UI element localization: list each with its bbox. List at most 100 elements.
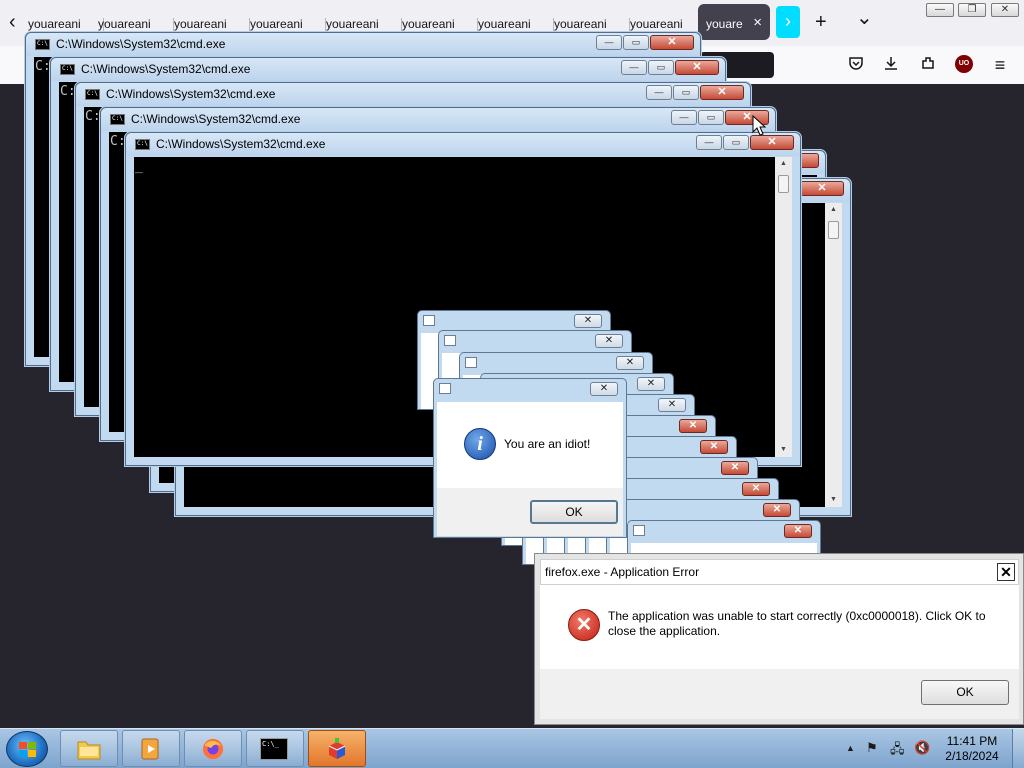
console-prompt: C:: [60, 84, 76, 99]
error-content: ✕ The application was unable to start co…: [540, 585, 1019, 669]
scroll-up-arrow[interactable]: ▲: [775, 157, 792, 171]
network-icon[interactable]: 🖧: [890, 740, 905, 762]
close-button[interactable]: ✕: [700, 85, 744, 100]
window-icon: [465, 357, 477, 368]
close-button[interactable]: ✕: [637, 377, 665, 391]
close-button[interactable]: ✕: [616, 356, 644, 370]
maximize-button[interactable]: ▭: [723, 135, 749, 150]
close-button[interactable]: ✕: [574, 314, 602, 328]
cmd-title: C:\Windows\System32\cmd.exe: [156, 137, 326, 151]
taskbar-media-player[interactable]: [122, 730, 180, 767]
close-button[interactable]: ✕: [700, 440, 728, 454]
pocket-icon[interactable]: [846, 55, 866, 75]
close-button[interactable]: ✕: [742, 482, 770, 496]
tab-scroll-left-icon[interactable]: ‹: [9, 12, 16, 32]
list-all-tabs-button[interactable]: ⌄: [856, 8, 873, 28]
close-button[interactable]: ✕: [763, 503, 791, 517]
taskbar: C:\_ ▲ ⚑ 🖧 🔇 11:41 PM 2/18/2024: [0, 728, 1024, 768]
close-button[interactable]: ✕: [721, 461, 749, 475]
button-bar: OK: [540, 669, 1019, 719]
minimize-button[interactable]: —: [621, 60, 647, 75]
taskbar-app-active[interactable]: [308, 730, 366, 767]
firefox-icon: [202, 738, 224, 760]
button-bar: OK: [437, 488, 623, 536]
new-tab-button[interactable]: +: [815, 12, 827, 32]
close-tab-icon[interactable]: ×: [753, 14, 762, 31]
window-icon: [423, 315, 435, 326]
close-button[interactable]: ✕: [679, 419, 707, 433]
browser-tab-active[interactable]: youare ×: [698, 4, 770, 40]
start-button[interactable]: [6, 731, 48, 767]
ok-button[interactable]: OK: [921, 680, 1009, 705]
dialog-titlebar[interactable]: firefox.exe - Application Error ✕: [540, 559, 1019, 585]
idiot-message-box[interactable]: ✕ i You are an idiot! OK: [433, 378, 627, 538]
system-clock[interactable]: 11:41 PM 2/18/2024: [934, 734, 1010, 764]
cmd-icon: C:\: [110, 114, 125, 125]
close-button[interactable]: ✕: [997, 563, 1015, 581]
close-button[interactable]: ✕: [658, 398, 686, 412]
close-button[interactable]: ✕: [675, 60, 719, 75]
close-button[interactable]: ✕: [595, 334, 623, 348]
info-icon: i: [464, 428, 496, 460]
cmd-title: C:\Windows\System32\cmd.exe: [106, 87, 276, 101]
restore-button[interactable]: ❐: [958, 3, 986, 17]
console-cursor: _: [135, 159, 143, 174]
minimize-button[interactable]: —: [596, 35, 622, 50]
vertical-scrollbar[interactable]: ▲ ▼: [775, 157, 792, 457]
taskbar-firefox[interactable]: [184, 730, 242, 767]
taskbar-file-explorer[interactable]: [60, 730, 118, 767]
scroll-thumb[interactable]: [778, 175, 789, 193]
scroll-up-arrow[interactable]: ▲: [825, 203, 842, 217]
message-content: i You are an idiot!: [437, 402, 623, 488]
error-message: The application was unable to start corr…: [608, 609, 986, 638]
minimize-button[interactable]: —: [671, 110, 697, 125]
vertical-scrollbar[interactable]: ▲ ▼: [825, 203, 842, 507]
cmd-title: C:\Windows\System32\cmd.exe: [81, 62, 251, 76]
application-error-dialog[interactable]: firefox.exe - Application Error ✕ ✕ The …: [534, 553, 1024, 725]
clock-time: 11:41 PM: [946, 734, 998, 748]
scroll-down-arrow[interactable]: ▼: [825, 493, 842, 507]
maximize-button[interactable]: ▭: [648, 60, 674, 75]
minimize-button[interactable]: —: [926, 3, 954, 17]
close-button[interactable]: ✕: [784, 524, 812, 538]
folder-icon: [77, 741, 101, 760]
maximize-button[interactable]: ▭: [698, 110, 724, 125]
close-button[interactable]: ✕: [590, 382, 618, 396]
menu-icon[interactable]: ≡: [990, 55, 1010, 75]
action-center-flag-icon[interactable]: ⚑: [866, 740, 878, 756]
maximize-button[interactable]: ▭: [623, 35, 649, 50]
app-cube-icon: [328, 738, 346, 759]
window-icon: [439, 383, 451, 394]
maximize-button[interactable]: ▭: [673, 85, 699, 100]
minimize-button[interactable]: —: [696, 135, 722, 150]
cmd-icon: C:\: [85, 89, 100, 100]
taskbar-command-prompt[interactable]: C:\_: [246, 730, 304, 767]
close-button[interactable]: ✕: [991, 3, 1019, 17]
error-icon: ✕: [568, 609, 600, 641]
show-desktop-button[interactable]: [1012, 729, 1024, 768]
windows-logo-icon: [19, 742, 37, 758]
cmd-title: C:\Windows\System32\cmd.exe: [56, 37, 226, 51]
media-player-icon: [141, 738, 159, 760]
show-hidden-icons-button[interactable]: ▲: [846, 743, 855, 753]
close-button[interactable]: ✕: [800, 181, 844, 196]
downloads-icon[interactable]: [881, 55, 901, 75]
console-prompt: C:: [85, 109, 101, 124]
window-icon: [444, 335, 456, 346]
console-prompt: C:: [110, 134, 126, 149]
tab-scroll-right-button[interactable]: ›: [776, 6, 800, 38]
message-text: You are an idiot!: [504, 437, 591, 451]
scroll-down-arrow[interactable]: ▼: [775, 443, 792, 457]
clock-date: 2/18/2024: [945, 749, 999, 763]
ok-button[interactable]: OK: [530, 500, 618, 524]
extensions-icon[interactable]: [918, 55, 938, 75]
cmd-icon: C:\: [135, 139, 150, 150]
scroll-thumb[interactable]: [828, 221, 839, 239]
volume-muted-icon[interactable]: 🔇: [914, 740, 930, 756]
cmd-title: C:\Windows\System32\cmd.exe: [131, 112, 301, 126]
minimize-button[interactable]: —: [646, 85, 672, 100]
active-tab-label: youare: [706, 17, 743, 31]
close-button[interactable]: ✕: [650, 35, 694, 50]
mouse-pointer-icon: [752, 114, 767, 140]
ublock-origin-icon[interactable]: UO: [955, 55, 973, 73]
